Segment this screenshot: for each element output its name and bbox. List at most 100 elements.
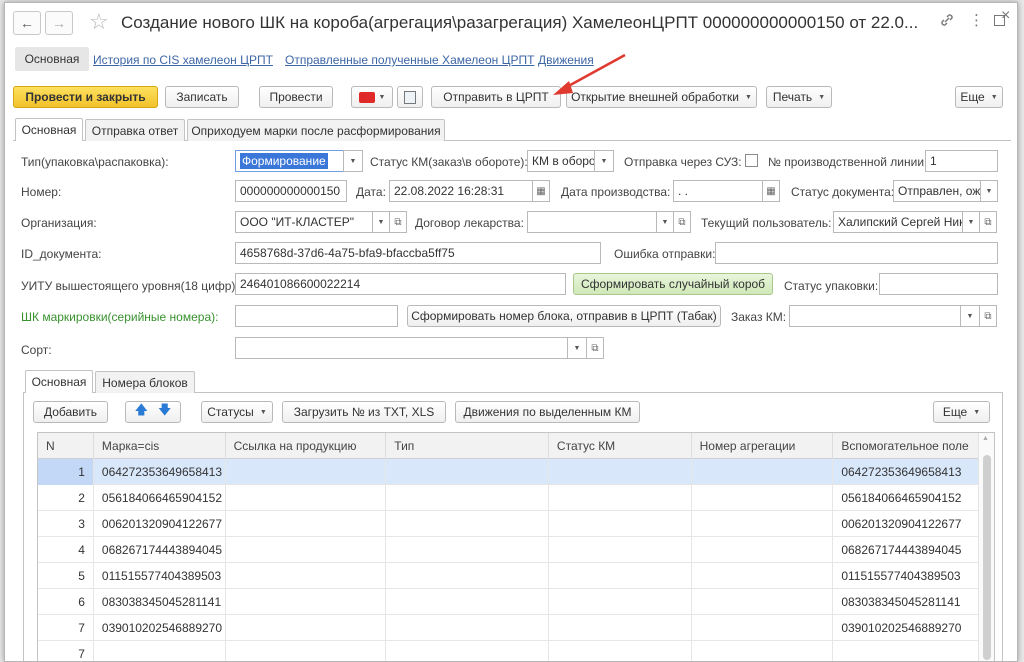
- column-header-aggregation[interactable]: Номер агрегации: [692, 433, 834, 459]
- inner-tab-main[interactable]: Основная: [25, 370, 93, 393]
- open-icon[interactable]: ⧉: [979, 305, 997, 327]
- close-icon[interactable]: ×: [1001, 7, 1010, 25]
- line-label: № производственной линии:: [768, 155, 928, 169]
- back-button[interactable]: ←: [13, 11, 41, 35]
- inner-tab-blocks[interactable]: Номера блоков: [95, 371, 195, 393]
- contract-field[interactable]: [527, 211, 657, 233]
- tab-receive-marks[interactable]: Оприходуем марки после расформирования: [187, 119, 445, 141]
- open-icon[interactable]: ⧉: [673, 211, 691, 233]
- doc-status-dropdown[interactable]: ▼: [980, 180, 998, 202]
- cell-aggregation: [692, 459, 834, 485]
- pack-type-field[interactable]: Формирование: [235, 150, 344, 172]
- cell-km-status: [549, 511, 692, 537]
- save-button[interactable]: Записать: [165, 86, 239, 108]
- toolbox-button[interactable]: ▼: [351, 86, 393, 108]
- table-row[interactable]: 4 068267174443894045 068267174443894045: [38, 537, 994, 563]
- table-scrollbar[interactable]: ▲: [978, 433, 994, 661]
- random-box-button[interactable]: Сформировать случайный короб: [573, 273, 773, 295]
- org-dropdown[interactable]: ▼: [372, 211, 390, 233]
- column-header-aux[interactable]: Вспомогательное поле: [833, 433, 994, 459]
- nav-history-link[interactable]: История по CIS хамелеон ЦРПТ: [93, 53, 273, 67]
- report-button[interactable]: [397, 86, 423, 108]
- sort-field[interactable]: [235, 337, 568, 359]
- sort-label: Сорт:: [21, 343, 52, 357]
- doc-id-field[interactable]: 4658768d-37d6-4a75-bfa9-bfaccba5ff75: [235, 242, 601, 264]
- cell-product: [226, 615, 387, 641]
- prod-date-field[interactable]: . .: [673, 180, 763, 202]
- cell-n: 7: [38, 615, 94, 641]
- statuses-button[interactable]: Статусы ▼: [201, 401, 273, 423]
- table-more-button[interactable]: Еще ▼: [933, 401, 990, 423]
- table-row[interactable]: 1 064272353649658413 064272353649658413: [38, 459, 994, 485]
- open-icon[interactable]: ⧉: [979, 211, 997, 233]
- date-field[interactable]: 22.08.2022 16:28:31: [389, 180, 533, 202]
- order-km-field[interactable]: [789, 305, 961, 327]
- arrow-up-icon[interactable]: 🡅: [135, 401, 148, 423]
- open-icon[interactable]: ⧉: [389, 211, 407, 233]
- column-header-n[interactable]: N: [38, 433, 94, 459]
- km-status-field[interactable]: КМ в оборот: [527, 150, 595, 172]
- cell-mark: 056184066465904152: [94, 485, 226, 511]
- movements-selected-button[interactable]: Движения по выделенным КМ: [455, 401, 640, 423]
- cell-aux: 039010202546889270: [841, 621, 962, 635]
- cell-product: [226, 459, 387, 485]
- post-button[interactable]: Провести: [259, 86, 333, 108]
- column-header-product[interactable]: Ссылка на продукцию: [226, 433, 387, 459]
- calendar-icon[interactable]: ▦: [762, 180, 780, 202]
- calendar-icon[interactable]: ▦: [532, 180, 550, 202]
- order-km-dropdown[interactable]: ▼: [960, 305, 980, 327]
- arrow-right-icon: →: [52, 15, 66, 31]
- table-row[interactable]: 3 006201320904122677 006201320904122677: [38, 511, 994, 537]
- move-buttons[interactable]: 🡅 🡇: [125, 401, 181, 423]
- doc-status-field[interactable]: Отправлен, ож: [893, 180, 981, 202]
- table-row[interactable]: 7: [38, 641, 994, 661]
- cell-product: [226, 537, 387, 563]
- line-field[interactable]: 1: [925, 150, 998, 172]
- link-icon[interactable]: [939, 12, 955, 32]
- add-button[interactable]: Добавить: [33, 401, 108, 423]
- nav-sent-link[interactable]: Отправленные полученные Хамелеон ЦРПТ: [285, 53, 534, 67]
- more-button[interactable]: Еще ▼: [955, 86, 1003, 108]
- star-icon[interactable]: ☆: [89, 9, 109, 35]
- cell-n: 1: [38, 459, 94, 485]
- table-row[interactable]: 2 056184066465904152 056184066465904152: [38, 485, 994, 511]
- pack-status-field[interactable]: [879, 273, 998, 295]
- column-header-type[interactable]: Тип: [386, 433, 549, 459]
- arrow-down-icon[interactable]: 🡇: [158, 401, 171, 423]
- suz-checkbox[interactable]: [745, 154, 758, 167]
- sscc-field[interactable]: 246401086600022214: [235, 273, 566, 295]
- post-and-close-button[interactable]: Провести и закрыть: [13, 86, 158, 108]
- org-field[interactable]: ООО "ИТ-КЛАСТЕР": [235, 211, 373, 233]
- block-number-button[interactable]: Сформировать номер блока, отправив в ЦРП…: [407, 305, 721, 327]
- error-field[interactable]: [715, 242, 998, 264]
- nav-main[interactable]: Основная: [15, 47, 89, 71]
- km-status-dropdown[interactable]: ▼: [594, 150, 614, 172]
- forward-button[interactable]: →: [45, 11, 73, 35]
- table-row[interactable]: 7 039010202546889270 039010202546889270: [38, 615, 994, 641]
- tab-response[interactable]: Отправка ответ: [85, 119, 185, 141]
- more-label: Еще: [960, 90, 985, 104]
- pack-type-dropdown[interactable]: ▼: [343, 150, 363, 172]
- send-crpt-button[interactable]: Отправить в ЦРПТ: [431, 86, 561, 108]
- scroll-up-icon[interactable]: ▲: [982, 435, 989, 442]
- contract-dropdown[interactable]: ▼: [656, 211, 674, 233]
- org-label: Организация:: [21, 216, 97, 230]
- column-header-mark[interactable]: Марка=cis: [94, 433, 226, 459]
- vertical-dots-icon[interactable]: ⋮: [969, 11, 984, 29]
- user-field[interactable]: Халипский Сергей Ник: [833, 211, 963, 233]
- marks-table[interactable]: N Марка=cis Ссылка на продукцию Тип Стат…: [37, 432, 995, 661]
- briefcase-icon: [358, 91, 375, 103]
- number-field[interactable]: 000000000000150: [235, 180, 347, 202]
- table-row[interactable]: 5 011515577404389503 011515577404389503: [38, 563, 994, 589]
- column-header-km-status[interactable]: Статус КМ: [549, 433, 692, 459]
- load-file-button[interactable]: Загрузить № из TXT, XLS: [282, 401, 446, 423]
- scrollbar-thumb[interactable]: [983, 455, 991, 660]
- barcode-field[interactable]: [235, 305, 398, 327]
- open-icon[interactable]: ⧉: [586, 337, 604, 359]
- tab-main[interactable]: Основная: [15, 118, 83, 141]
- print-button[interactable]: Печать ▼: [766, 86, 832, 108]
- barcode-label: ШК маркировки(серийные номера):: [21, 310, 219, 324]
- sort-dropdown[interactable]: ▼: [567, 337, 587, 359]
- user-dropdown[interactable]: ▼: [962, 211, 980, 233]
- table-row[interactable]: 6 083038345045281141 083038345045281141: [38, 589, 994, 615]
